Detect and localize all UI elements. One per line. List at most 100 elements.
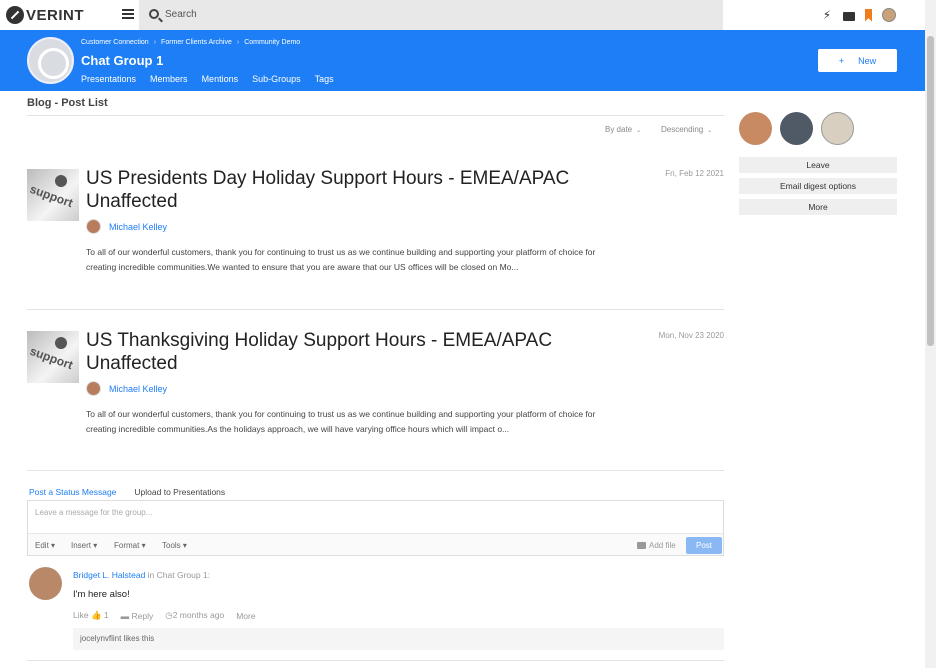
tab-post-status[interactable]: Post a Status Message: [29, 487, 116, 497]
page-title: Blog - Post List: [27, 97, 108, 109]
tool-edit-menu[interactable]: Edit ▾: [35, 541, 55, 550]
tool-label: Insert: [71, 541, 92, 550]
author-avatar[interactable]: [86, 219, 101, 234]
search-placeholder: Search: [165, 9, 197, 20]
stamp-icon: [55, 175, 67, 187]
likes-summary[interactable]: jocelynvflint likes this: [73, 628, 724, 650]
post-thumbnail[interactable]: support: [27, 169, 79, 221]
status-author-name[interactable]: Bridget L. Halstead: [73, 570, 145, 580]
breadcrumb: Customer Connection › Former Clients Arc…: [81, 39, 300, 46]
divider: [27, 660, 724, 661]
post-author: Michael Kelley: [86, 219, 167, 234]
new-button[interactable]: + New: [818, 49, 897, 72]
post-title[interactable]: US Thanksgiving Holiday Support Hours - …: [86, 329, 606, 375]
tool-tools-menu[interactable]: Tools ▾: [162, 541, 187, 550]
breadcrumb-item[interactable]: Former Clients Archive: [161, 39, 232, 46]
member-avatar[interactable]: [821, 112, 854, 145]
divider: [27, 115, 724, 116]
tool-label: Tools: [162, 541, 181, 550]
sort-order-dropdown[interactable]: Descending ⌄: [661, 125, 712, 134]
nav-sub-groups[interactable]: Sub-Groups: [252, 74, 301, 84]
blog-post: support US Thanksgiving Holiday Support …: [27, 329, 724, 471]
new-button-label: New: [858, 55, 877, 66]
breadcrumb-item[interactable]: Customer Connection: [81, 39, 149, 46]
status-timestamp[interactable]: ◷2 months ago: [165, 610, 224, 621]
add-file-button[interactable]: Add file: [637, 541, 676, 550]
blog-post: support US Presidents Day Holiday Suppor…: [27, 167, 724, 309]
search-icon: [149, 9, 159, 19]
reply-button[interactable]: ▬ Reply: [121, 611, 154, 621]
status-author-line: Bridget L. Halstead in Chat Group 1:: [73, 570, 210, 580]
post-title[interactable]: US Presidents Day Holiday Support Hours …: [86, 167, 606, 213]
nav-members[interactable]: Members: [150, 74, 188, 84]
add-file-label: Add file: [649, 541, 676, 550]
author-name[interactable]: Michael Kelley: [109, 384, 167, 394]
leave-button[interactable]: Leave: [739, 157, 897, 173]
nav-presentations[interactable]: Presentations: [81, 74, 136, 84]
bookmark-icon[interactable]: [865, 8, 872, 22]
menu-icon[interactable]: [122, 9, 134, 19]
sort-order-label: Descending: [661, 125, 704, 134]
status-editor[interactable]: Leave a message for the group... Edit ▾ …: [27, 500, 724, 556]
post-excerpt: To all of our wonderful customers, thank…: [86, 247, 596, 272]
status-group-link[interactable]: Chat Group 1:: [157, 570, 210, 580]
member-avatar[interactable]: [739, 112, 772, 145]
user-avatar[interactable]: [882, 8, 896, 22]
post-button[interactable]: Post: [686, 537, 722, 554]
member-avatar[interactable]: [780, 112, 813, 145]
thumbs-up-icon: 👍: [90, 610, 102, 620]
group-title[interactable]: Chat Group 1: [81, 53, 163, 68]
editor-placeholder: Leave a message for the group...: [35, 508, 153, 517]
nav-tags[interactable]: Tags: [315, 74, 334, 84]
logo-text: VERINT: [26, 6, 85, 24]
tab-upload-presentations[interactable]: Upload to Presentations: [134, 487, 225, 497]
post-excerpt: To all of our wonderful customers, thank…: [86, 409, 596, 434]
scrollbar-thumb[interactable]: [927, 36, 934, 346]
divider: [27, 470, 724, 471]
breadcrumb-separator: ›: [236, 39, 240, 46]
messages-icon[interactable]: [843, 11, 855, 21]
logo-mark-icon: [6, 6, 24, 24]
author-name[interactable]: Michael Kelley: [109, 222, 167, 232]
group-avatar[interactable]: [27, 37, 74, 84]
user-toolbar: ⚡: [821, 8, 896, 22]
group-banner: Customer Connection › Former Clients Arc…: [0, 30, 925, 91]
plus-icon: +: [838, 55, 845, 66]
camera-icon: [637, 542, 646, 549]
tool-format-menu[interactable]: Format ▾: [114, 541, 146, 550]
tool-insert-menu[interactable]: Insert ▾: [71, 541, 97, 550]
clock-icon: ◷: [165, 610, 173, 620]
status-text: I'm here also!: [73, 589, 130, 600]
author-avatar[interactable]: [86, 381, 101, 396]
thumbnail-text: support: [27, 343, 75, 373]
chevron-down-icon: ⌄: [636, 128, 642, 134]
status-author-avatar[interactable]: [29, 567, 62, 600]
more-button[interactable]: More: [236, 611, 255, 621]
post-author: Michael Kelley: [86, 381, 167, 396]
status-actions: Like 👍 1 ▬ Reply ◷2 months ago More: [73, 610, 256, 621]
post-thumbnail[interactable]: support: [27, 331, 79, 383]
activity-bolt-icon[interactable]: ⚡: [821, 8, 833, 22]
sort-by-label: By date: [605, 125, 633, 134]
like-button[interactable]: Like 👍 1: [73, 610, 109, 621]
top-bar: VERINT Search ⚡: [0, 0, 936, 30]
search-input[interactable]: Search: [139, 0, 723, 30]
sidebar-more-button[interactable]: More: [739, 199, 897, 215]
like-count: 1: [103, 610, 109, 620]
nav-mentions[interactable]: Mentions: [202, 74, 239, 84]
reply-icon: ▬: [120, 610, 130, 621]
breadcrumb-separator: ›: [153, 39, 157, 46]
group-nav: Presentations Members Mentions Sub-Group…: [81, 74, 334, 84]
like-label: Like: [73, 610, 89, 620]
chevron-down-icon: ⌄: [707, 128, 713, 134]
tool-label: Format: [114, 541, 140, 550]
page-scrollbar[interactable]: [925, 0, 936, 668]
post-date: Fri, Feb 12 2021: [665, 169, 724, 178]
editor-toolbar: Edit ▾ Insert ▾ Format ▾ Tools ▾ Add fil…: [28, 533, 723, 555]
post-date: Mon, Nov 23 2020: [658, 331, 724, 340]
breadcrumb-item[interactable]: Community Demo: [244, 39, 300, 46]
composer-tabs: Post a Status Message Upload to Presenta…: [29, 487, 225, 497]
verint-logo[interactable]: VERINT: [6, 6, 84, 24]
email-digest-button[interactable]: Email digest options: [739, 178, 897, 194]
sort-by-dropdown[interactable]: By date ⌄: [605, 125, 641, 134]
